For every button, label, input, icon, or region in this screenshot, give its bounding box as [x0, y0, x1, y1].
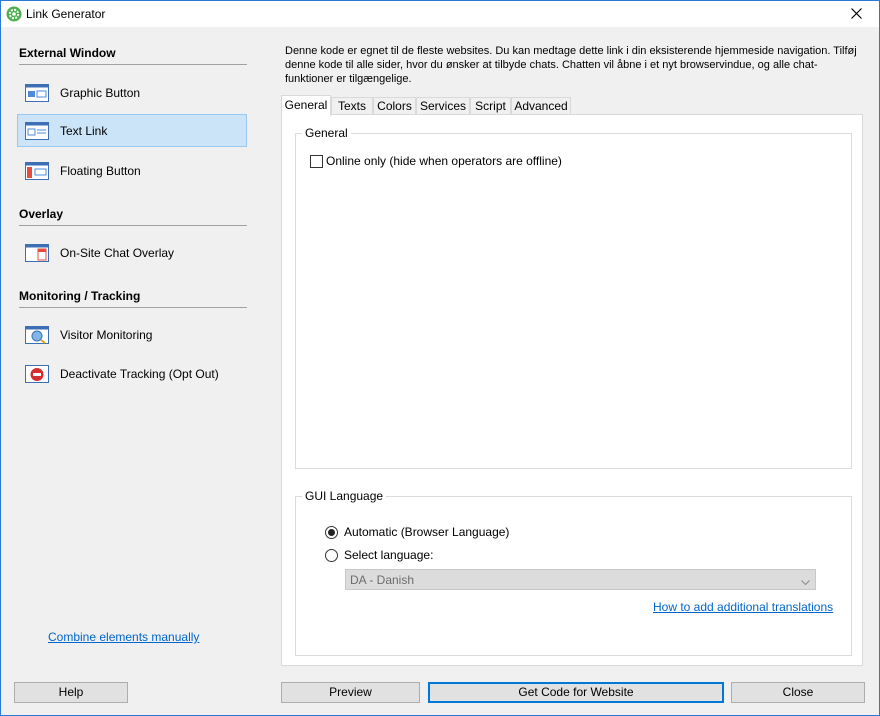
automatic-language-radio[interactable]	[325, 526, 338, 539]
intro-text: Denne kode er egnet til de fleste websit…	[285, 45, 857, 85]
sidebar-item-graphic-button[interactable]: Graphic Button	[17, 76, 247, 109]
chevron-down-icon	[801, 575, 810, 589]
online-only-label[interactable]: Online only (hide when operators are off…	[326, 154, 562, 168]
sidebar-item-label: Graphic Button	[60, 86, 141, 100]
chat-overlay-icon	[25, 244, 49, 262]
sidebar-item-label: On-Site Chat Overlay	[60, 246, 175, 260]
select-language-label[interactable]: Select language:	[344, 548, 433, 562]
sidebar-item-floating-button[interactable]: Floating Button	[17, 154, 247, 187]
add-translations-link[interactable]: How to add additional translations	[653, 600, 833, 614]
online-only-checkbox[interactable]	[310, 155, 323, 168]
tab-general[interactable]: General	[281, 95, 331, 116]
tab-services[interactable]: Services	[416, 97, 470, 115]
general-tab-panel: General Online only (hide when operators…	[281, 114, 863, 666]
close-button[interactable]: Close	[731, 682, 865, 703]
tab-advanced[interactable]: Advanced	[511, 97, 571, 115]
sidebar: External Window Graphic Button Text Link…	[1, 27, 263, 715]
deactivate-tracking-icon	[25, 365, 49, 383]
gui-language-group: GUI Language Automatic (Browser Language…	[295, 489, 852, 656]
window-close-button[interactable]	[835, 1, 879, 27]
sidebar-item-label: Visitor Monitoring	[60, 328, 153, 342]
sidebar-item-text-link[interactable]: Text Link	[17, 114, 247, 147]
general-group: General Online only (hide when operators…	[295, 126, 852, 469]
visitor-monitoring-icon	[25, 326, 49, 344]
preview-button[interactable]: Preview	[281, 682, 420, 703]
title-bar: Link Generator	[1, 1, 879, 27]
general-group-title: General	[302, 126, 351, 140]
sidebar-item-label: Text Link	[60, 124, 108, 138]
select-language-radio[interactable]	[325, 549, 338, 562]
sidebar-item-label: Deactivate Tracking (Opt Out)	[60, 367, 219, 381]
link-generator-window: Link Generator External Window Graphic B…	[0, 0, 880, 716]
language-select-value: DA - Danish	[350, 573, 415, 587]
language-select: DA - Danish	[345, 569, 816, 590]
sidebar-item-deactivate-tracking[interactable]: Deactivate Tracking (Opt Out)	[17, 357, 247, 390]
floating-button-icon	[25, 162, 49, 180]
section-header-overlay: Overlay	[19, 207, 247, 226]
sidebar-item-visitor-monitoring[interactable]: Visitor Monitoring	[17, 318, 247, 351]
tab-colors[interactable]: Colors	[373, 97, 416, 115]
help-button[interactable]: Help	[14, 682, 128, 703]
window-title: Link Generator	[26, 7, 106, 21]
text-link-icon	[25, 122, 49, 140]
app-gear-icon	[6, 6, 22, 22]
section-header-external-window: External Window	[19, 46, 247, 65]
gui-language-group-title: GUI Language	[302, 489, 387, 503]
sidebar-item-on-site-chat-overlay[interactable]: On-Site Chat Overlay	[17, 236, 247, 269]
close-icon	[851, 8, 862, 19]
sidebar-item-label: Floating Button	[60, 164, 141, 178]
graphic-button-icon	[25, 84, 49, 102]
get-code-button[interactable]: Get Code for Website	[428, 682, 724, 703]
automatic-language-label[interactable]: Automatic (Browser Language)	[344, 525, 509, 539]
tab-texts[interactable]: Texts	[331, 97, 373, 115]
section-header-monitoring-tracking: Monitoring / Tracking	[19, 289, 247, 308]
tab-script[interactable]: Script	[470, 97, 511, 115]
combine-elements-link[interactable]: Combine elements manually	[48, 630, 199, 644]
